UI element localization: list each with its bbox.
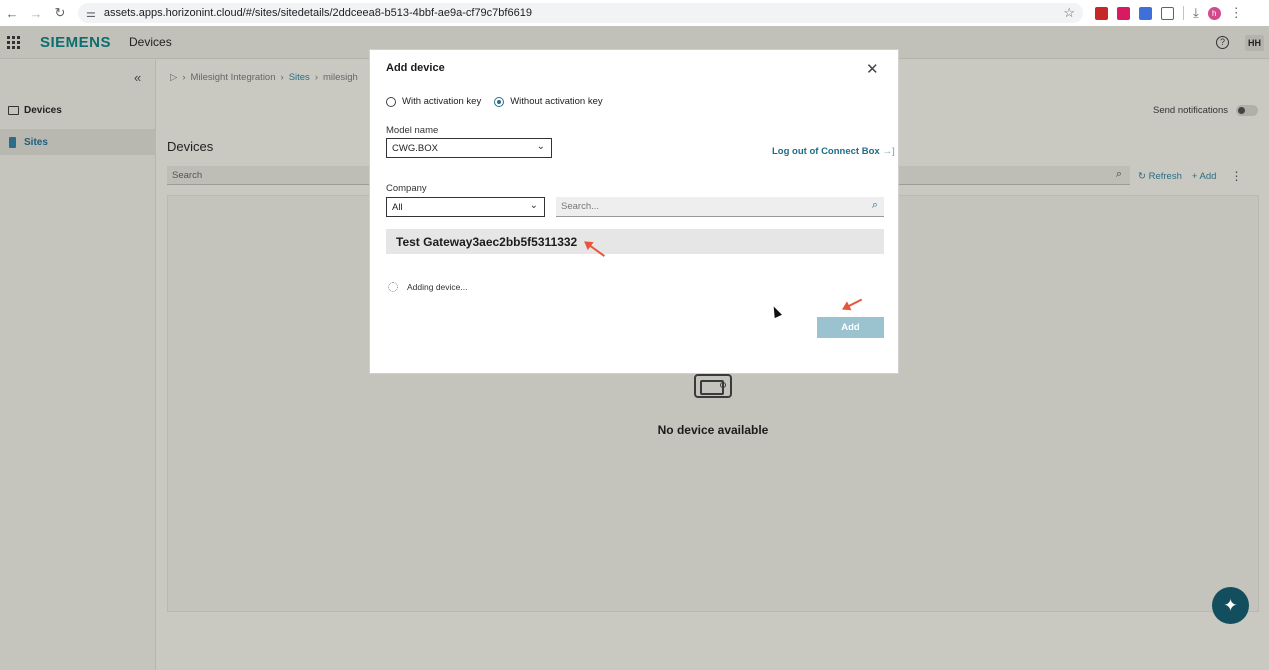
status-text: Adding device...	[407, 282, 468, 292]
model-name-select[interactable]: CWG.BOX ⌄	[386, 138, 552, 158]
logout-label: Log out of Connect Box	[772, 146, 880, 157]
adding-status: Adding device...	[388, 282, 467, 292]
sidebar-item-label: Devices	[24, 104, 62, 116]
site-settings-icon[interactable]: ⚌	[86, 7, 96, 20]
device-list-item[interactable]: Test Gateway3aec2bb5f5311332	[386, 229, 884, 254]
extensions-puzzle-icon[interactable]	[1161, 6, 1174, 20]
activation-radio-group: With activation key Without activation k…	[386, 96, 616, 107]
model-name-label: Model name	[386, 125, 439, 136]
company-label: Company	[386, 183, 427, 194]
send-notifications: Send notifications	[1153, 105, 1258, 116]
radio-label[interactable]: With activation key	[402, 96, 481, 107]
app-switcher-icon[interactable]	[7, 35, 20, 49]
siemens-logo: SIEMENS	[40, 33, 112, 51]
forward-icon[interactable]: →	[24, 1, 48, 25]
logout-connect-box-link[interactable]: Log out of Connect Box →]	[772, 146, 895, 157]
device-icon	[694, 374, 732, 398]
address-bar[interactable]: ⚌ assets.apps.horizonint.cloud/#/sites/s…	[78, 3, 1083, 23]
device-search-input[interactable]: Search... ⌕	[556, 197, 884, 217]
breadcrumb-item[interactable]: Sites	[289, 72, 310, 83]
logout-icon: →]	[882, 146, 895, 157]
breadcrumb-item[interactable]: Milesight Integration	[190, 72, 275, 83]
profile-avatar[interactable]: h	[1207, 6, 1221, 20]
add-button[interactable]: + Add	[1192, 171, 1217, 182]
breadcrumb-home-icon[interactable]: ▷	[170, 72, 177, 83]
download-icon[interactable]: ⤓	[1193, 5, 1199, 21]
company-select[interactable]: All ⌄	[386, 197, 545, 217]
empty-state-text: No device available	[657, 423, 769, 437]
browser-menu-icon[interactable]: ⋮	[1230, 5, 1243, 21]
reload-icon[interactable]: ↻	[48, 1, 72, 25]
chevron-down-icon: ⌄	[536, 141, 545, 152]
url-text: assets.apps.horizonint.cloud/#/sites/sit…	[103, 7, 532, 19]
sidebar-item-sites[interactable]: Sites	[0, 129, 156, 155]
collapse-sidebar-icon[interactable]: «	[134, 70, 141, 85]
add-device-dialog: Add device ✕ With activation key Without…	[369, 49, 899, 374]
user-avatar[interactable]: HH	[1245, 35, 1264, 51]
extension-icon[interactable]	[1117, 6, 1130, 20]
search-placeholder: Search	[172, 169, 203, 181]
extension-icon[interactable]	[1095, 6, 1108, 20]
model-name-value: CWG.BOX	[392, 142, 438, 154]
bookmark-star-icon[interactable]: ☆	[1063, 5, 1075, 21]
search-icon[interactable]: ⌕	[872, 199, 878, 212]
radio-with-activation-key[interactable]	[386, 96, 396, 107]
ai-assistant-button[interactable]: ✦	[1212, 587, 1249, 624]
loading-spinner-icon	[388, 282, 398, 292]
translate-extension-icon[interactable]	[1139, 6, 1152, 20]
breadcrumb-item: milesigh	[322, 72, 358, 83]
refresh-button[interactable]: ↻ Refresh	[1138, 171, 1182, 182]
device-icon	[8, 105, 19, 115]
more-options-icon[interactable]: ⋮	[1230, 169, 1242, 183]
sidebar-item-label: Sites	[24, 136, 48, 148]
help-icon[interactable]: ?	[1216, 36, 1229, 49]
send-notifications-toggle[interactable]	[1236, 105, 1258, 116]
dialog-title: Add device	[386, 62, 445, 74]
building-icon	[9, 136, 16, 148]
add-device-button[interactable]: Add	[817, 317, 884, 338]
radio-without-activation-key[interactable]	[494, 96, 505, 107]
refresh-label: Refresh	[1148, 170, 1182, 182]
breadcrumb: ▷ › Milesight Integration › Sites › mile…	[170, 72, 358, 83]
chevron-down-icon: ⌄	[529, 200, 538, 211]
search-icon[interactable]: ⌕	[1116, 168, 1122, 181]
divider	[1183, 6, 1184, 20]
radio-label[interactable]: Without activation key	[510, 96, 602, 107]
company-value: All	[392, 201, 403, 213]
sidebar-item-devices[interactable]: Devices	[0, 97, 156, 123]
browser-toolbar: ← → ↻ ⚌ assets.apps.horizonint.cloud/#/s…	[0, 0, 1269, 26]
toolbar: ↻ Refresh + Add ⋮	[1138, 169, 1242, 183]
device-name: Test Gateway3aec2bb5f5311332	[396, 234, 578, 249]
search-placeholder: Search...	[561, 201, 600, 212]
app-title: Devices	[129, 35, 172, 49]
sidebar: « Devices Sites	[0, 60, 156, 670]
close-icon[interactable]: ✕	[866, 60, 879, 78]
send-notifications-label: Send notifications	[1153, 105, 1228, 116]
back-icon[interactable]: ←	[0, 1, 24, 25]
page-title: Devices	[167, 139, 214, 154]
